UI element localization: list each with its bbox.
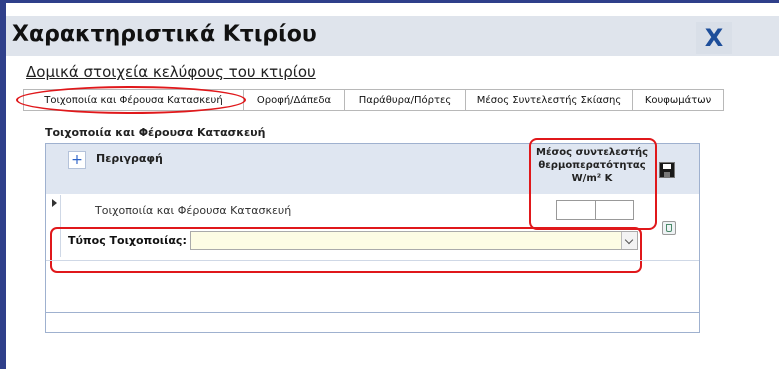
- add-row-button[interactable]: +: [68, 151, 86, 169]
- row-selector-line: [60, 195, 61, 257]
- delete-icon[interactable]: [662, 221, 676, 235]
- coefficient-header-line2: θερμοπερατότητας: [538, 160, 646, 171]
- coefficient-header-line1: Μέσος συντελεστής: [536, 147, 648, 158]
- close-icon: X: [704, 24, 724, 52]
- chevron-down-icon[interactable]: [621, 232, 637, 249]
- tab-windows-doors[interactable]: Παράθυρα/Πόρτες: [344, 89, 466, 111]
- column-header-coefficient: Μέσος συντελεστής θερμοπερατότητας W/m² …: [528, 146, 656, 185]
- window-title: Χαρακτηριστικά Κτιρίου: [12, 22, 317, 47]
- coefficient-input[interactable]: [556, 200, 634, 220]
- column-header-description: Περιγραφή: [96, 152, 163, 165]
- wall-type-label: Τύπος Τοιχοποιίας:: [68, 234, 187, 247]
- tab-roof-floors[interactable]: Οροφή/Δάπεδα: [243, 89, 345, 111]
- wall-type-select[interactable]: [190, 231, 638, 250]
- close-button[interactable]: X: [696, 22, 732, 54]
- coefficient-header-unit: W/m² K: [571, 173, 613, 184]
- new-row-separator: [46, 312, 699, 313]
- record-pointer-icon: [46, 197, 60, 213]
- save-icon[interactable]: [659, 162, 675, 178]
- tab-frames[interactable]: Κουφωμάτων: [632, 89, 724, 111]
- row-description: Τοιχοποιία και Φέρουσα Κατασκευή: [95, 204, 292, 217]
- tab-shading-coefficient[interactable]: Μέσος Συντελεστής Σκίασης: [465, 89, 633, 111]
- panel-title: Τοιχοποιία και Φέρουσα Κατασκευή: [45, 126, 266, 139]
- coefficient-input-divider: [595, 201, 596, 219]
- window-top-border: [0, 0, 779, 3]
- row-separator: [46, 260, 699, 261]
- tab-baseline: [23, 110, 723, 111]
- tab-walls[interactable]: Τοιχοποιία και Φέρουσα Κατασκευή: [23, 89, 244, 111]
- section-title: Δομικά στοιχεία κελύφους του κτιρίου: [26, 63, 316, 81]
